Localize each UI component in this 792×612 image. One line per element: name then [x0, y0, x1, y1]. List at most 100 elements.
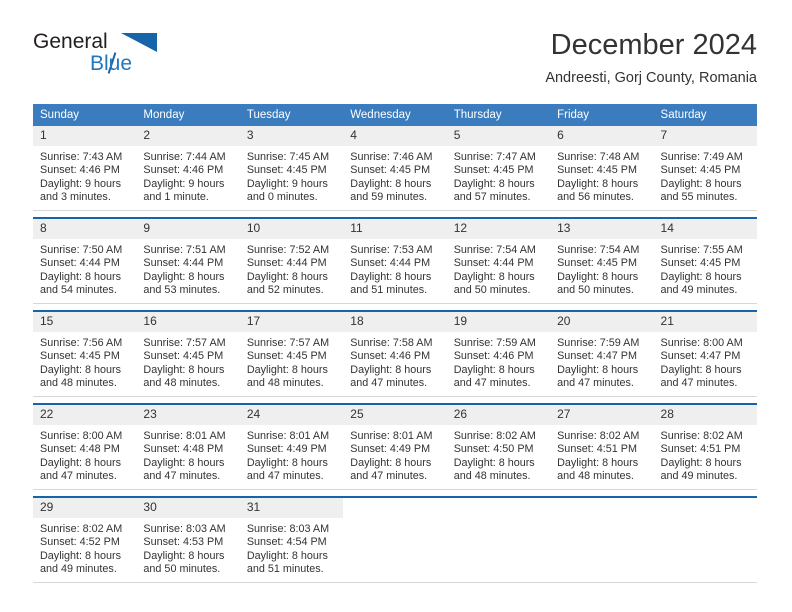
daylight-duration-line1: Daylight: 8 hours [246, 270, 328, 283]
day-info: Sunrise: 7:54 AM Sunset: 4:44 PM Daylight:… [447, 239, 550, 298]
calendar-day-cell[interactable]: 28 Sunrise: 8:02 AM Sunset: 4:51 PM Dayligh… [653, 403, 757, 490]
day-info: Sunrise: 8:01 AM Sunset: 4:49 PM Daylight:… [343, 425, 446, 484]
day-info: Sunrise: 7:57 AM Sunset: 4:45 PM Daylight:… [136, 332, 239, 391]
calendar-day-cell[interactable]: 1 Sunrise: 7:43 AM Sunset: 4:46 PM Daylight… [33, 126, 137, 211]
sunset-time: Sunset: 4:50 PM [453, 443, 534, 456]
calendar-day-cell[interactable]: 30 Sunrise: 8:03 AM Sunset: 4:53 PM Dayligh… [136, 496, 240, 583]
calendar-day-cell[interactable]: 7 Sunrise: 7:49 AM Sunset: 4:45 PM Daylight… [653, 126, 757, 211]
page-header: General Blue December 2024 Andreesti, Go… [33, 28, 757, 98]
daylight-duration-line1: Daylight: 8 hours [350, 177, 432, 190]
daylight-duration-line1: Daylight: 8 hours [557, 177, 639, 190]
week-spacer-cell [33, 396, 757, 404]
day-info: Sunrise: 7:51 AM Sunset: 4:44 PM Daylight:… [136, 239, 239, 298]
daylight-duration-line1: Daylight: 9 hours [40, 177, 122, 190]
week-spacer-cell [33, 210, 757, 218]
sunset-time: Sunset: 4:45 PM [660, 164, 741, 177]
daylight-duration-line1: Daylight: 8 hours [660, 177, 742, 190]
daylight-duration-line2: and 54 minutes. [40, 284, 117, 297]
day-info: Sunrise: 8:01 AM Sunset: 4:49 PM Daylight:… [240, 425, 343, 484]
day-number: 19 [446, 312, 551, 332]
daylight-duration-line1: Daylight: 9 hours [246, 177, 328, 190]
calendar-day-cell[interactable]: 13 Sunrise: 7:54 AM Sunset: 4:45 PM Dayligh… [550, 217, 654, 304]
weekday-header-wednesday: Wednesday [343, 104, 447, 126]
sunset-time: Sunset: 4:45 PM [453, 164, 534, 177]
calendar-day-cell[interactable]: 21 Sunrise: 8:00 AM Sunset: 4:47 PM Dayligh… [653, 310, 757, 397]
day-number: 4 [343, 126, 447, 146]
daylight-duration-line2: and 51 minutes. [246, 563, 324, 576]
sunrise-time: Sunrise: 7:51 AM [143, 244, 226, 256]
calendar-day-cell[interactable]: 12 Sunrise: 7:54 AM Sunset: 4:44 PM Dayligh… [446, 217, 551, 304]
daylight-duration-line1: Daylight: 8 hours [246, 456, 328, 469]
calendar-day-cell[interactable]: 17 Sunrise: 7:57 AM Sunset: 4:45 PM Dayligh… [239, 310, 344, 397]
calendar-day-cell[interactable]: 19 Sunrise: 7:59 AM Sunset: 4:46 PM Dayligh… [446, 310, 551, 397]
calendar-day-cell[interactable]: 6 Sunrise: 7:48 AM Sunset: 4:45 PM Daylight… [550, 126, 654, 211]
daylight-duration-line1: Daylight: 8 hours [557, 270, 639, 283]
daylight-duration-line2: and 3 minutes. [40, 191, 111, 204]
day-info: Sunrise: 8:00 AM Sunset: 4:48 PM Daylight:… [33, 425, 136, 484]
calendar-week-row: 22 Sunrise: 8:00 AM Sunset: 4:48 PM Dayligh… [33, 403, 757, 490]
calendar-day-cell[interactable]: 5 Sunrise: 7:47 AM Sunset: 4:45 PM Daylight… [446, 126, 551, 211]
daylight-duration-line1: Daylight: 8 hours [350, 456, 432, 469]
day-cell-inner [653, 498, 757, 582]
calendar-day-cell[interactable]: 16 Sunrise: 7:57 AM Sunset: 4:45 PM Dayligh… [136, 310, 240, 397]
daylight-duration-line1: Daylight: 8 hours [350, 270, 432, 283]
calendar-day-cell[interactable]: 31 Sunrise: 8:03 AM Sunset: 4:54 PM Dayligh… [239, 496, 344, 583]
calendar-day-cell[interactable]: 26 Sunrise: 8:02 AM Sunset: 4:50 PM Dayligh… [446, 403, 551, 490]
daylight-duration-line1: Daylight: 8 hours [143, 456, 225, 469]
calendar-day-cell[interactable]: 25 Sunrise: 8:01 AM Sunset: 4:49 PM Dayligh… [343, 403, 447, 490]
calendar-day-cell[interactable]: 24 Sunrise: 8:01 AM Sunset: 4:49 PM Dayligh… [239, 403, 344, 490]
calendar-day-cell[interactable]: 29 Sunrise: 8:02 AM Sunset: 4:52 PM Dayligh… [33, 496, 137, 583]
calendar-day-cell[interactable]: 20 Sunrise: 7:59 AM Sunset: 4:47 PM Dayligh… [550, 310, 654, 397]
day-cell-inner: 24 Sunrise: 8:01 AM Sunset: 4:49 PM Dayligh… [239, 405, 344, 489]
calendar-day-cell[interactable]: 27 Sunrise: 8:02 AM Sunset: 4:51 PM Dayligh… [550, 403, 654, 490]
daylight-duration-line1: Daylight: 8 hours [40, 270, 122, 283]
sunrise-time: Sunrise: 7:43 AM [40, 151, 123, 163]
sunset-time: Sunset: 4:45 PM [557, 164, 637, 177]
day-cell-inner: 22 Sunrise: 8:00 AM Sunset: 4:48 PM Dayligh… [33, 405, 137, 489]
calendar-week-row: 8 Sunrise: 7:50 AM Sunset: 4:44 PM Daylight… [33, 217, 757, 304]
calendar-day-cell[interactable]: 10 Sunrise: 7:52 AM Sunset: 4:44 PM Dayligh… [239, 217, 344, 304]
general-blue-logo[interactable]: General Blue [33, 30, 253, 90]
daylight-duration-line2: and 47 minutes. [246, 470, 324, 483]
sunset-time: Sunset: 4:49 PM [350, 443, 431, 456]
calendar-day-cell[interactable]: 3 Sunrise: 7:45 AM Sunset: 4:45 PM Daylight… [239, 126, 344, 211]
daylight-duration-line1: Daylight: 8 hours [246, 363, 328, 376]
calendar-page: General Blue December 2024 Andreesti, Go… [0, 0, 792, 612]
calendar-table: Sunday Monday Tuesday Wednesday Thursday… [33, 104, 757, 583]
day-info: Sunrise: 7:59 AM Sunset: 4:46 PM Daylight:… [447, 332, 550, 391]
calendar-day-cell[interactable]: 8 Sunrise: 7:50 AM Sunset: 4:44 PM Daylight… [33, 217, 137, 304]
calendar-day-cell[interactable]: 2 Sunrise: 7:44 AM Sunset: 4:46 PM Daylight… [136, 126, 240, 211]
calendar-day-cell[interactable]: 4 Sunrise: 7:46 AM Sunset: 4:45 PM Daylight… [343, 126, 447, 211]
day-info: Sunrise: 7:56 AM Sunset: 4:45 PM Daylight:… [33, 332, 136, 391]
week-spacer-cell [33, 303, 757, 311]
daylight-duration-line2: and 47 minutes. [557, 377, 634, 390]
calendar-day-cell[interactable]: 11 Sunrise: 7:53 AM Sunset: 4:44 PM Dayligh… [343, 217, 447, 304]
day-cell-inner: 9 Sunrise: 7:51 AM Sunset: 4:44 PM Daylight… [136, 219, 240, 303]
sunset-time: Sunset: 4:45 PM [660, 257, 741, 270]
calendar-day-cell[interactable]: 18 Sunrise: 7:58 AM Sunset: 4:46 PM Dayligh… [343, 310, 447, 397]
day-number: 17 [239, 312, 344, 332]
day-number [446, 498, 551, 518]
daylight-duration-line2: and 47 minutes. [40, 470, 117, 483]
daylight-duration-line1: Daylight: 8 hours [557, 363, 639, 376]
day-cell-inner [343, 498, 447, 582]
sunset-time: Sunset: 4:51 PM [660, 443, 741, 456]
sunset-time: Sunset: 4:45 PM [40, 350, 120, 363]
daylight-duration-line2: and 47 minutes. [453, 377, 531, 390]
day-info: Sunrise: 8:02 AM Sunset: 4:50 PM Daylight:… [447, 425, 550, 484]
sunset-time: Sunset: 4:44 PM [350, 257, 431, 270]
day-info: Sunrise: 7:58 AM Sunset: 4:46 PM Daylight:… [343, 332, 446, 391]
sunset-time: Sunset: 4:46 PM [453, 350, 534, 363]
daylight-duration-line1: Daylight: 8 hours [453, 177, 535, 190]
calendar-day-cell[interactable]: 23 Sunrise: 8:01 AM Sunset: 4:48 PM Dayligh… [136, 403, 240, 490]
day-cell-inner [550, 498, 654, 582]
daylight-duration-line2: and 49 minutes. [660, 470, 738, 483]
calendar-day-cell[interactable]: 15 Sunrise: 7:56 AM Sunset: 4:45 PM Dayligh… [33, 310, 137, 397]
calendar-day-cell[interactable]: 22 Sunrise: 8:00 AM Sunset: 4:48 PM Dayligh… [33, 403, 137, 490]
day-number: 16 [136, 312, 240, 332]
day-number: 15 [33, 312, 137, 332]
day-number: 18 [343, 312, 447, 332]
calendar-day-cell[interactable]: 14 Sunrise: 7:55 AM Sunset: 4:45 PM Dayligh… [653, 217, 757, 304]
calendar-day-cell[interactable]: 9 Sunrise: 7:51 AM Sunset: 4:44 PM Daylight… [136, 217, 240, 304]
day-cell-inner: 16 Sunrise: 7:57 AM Sunset: 4:45 PM Dayligh… [136, 312, 240, 396]
